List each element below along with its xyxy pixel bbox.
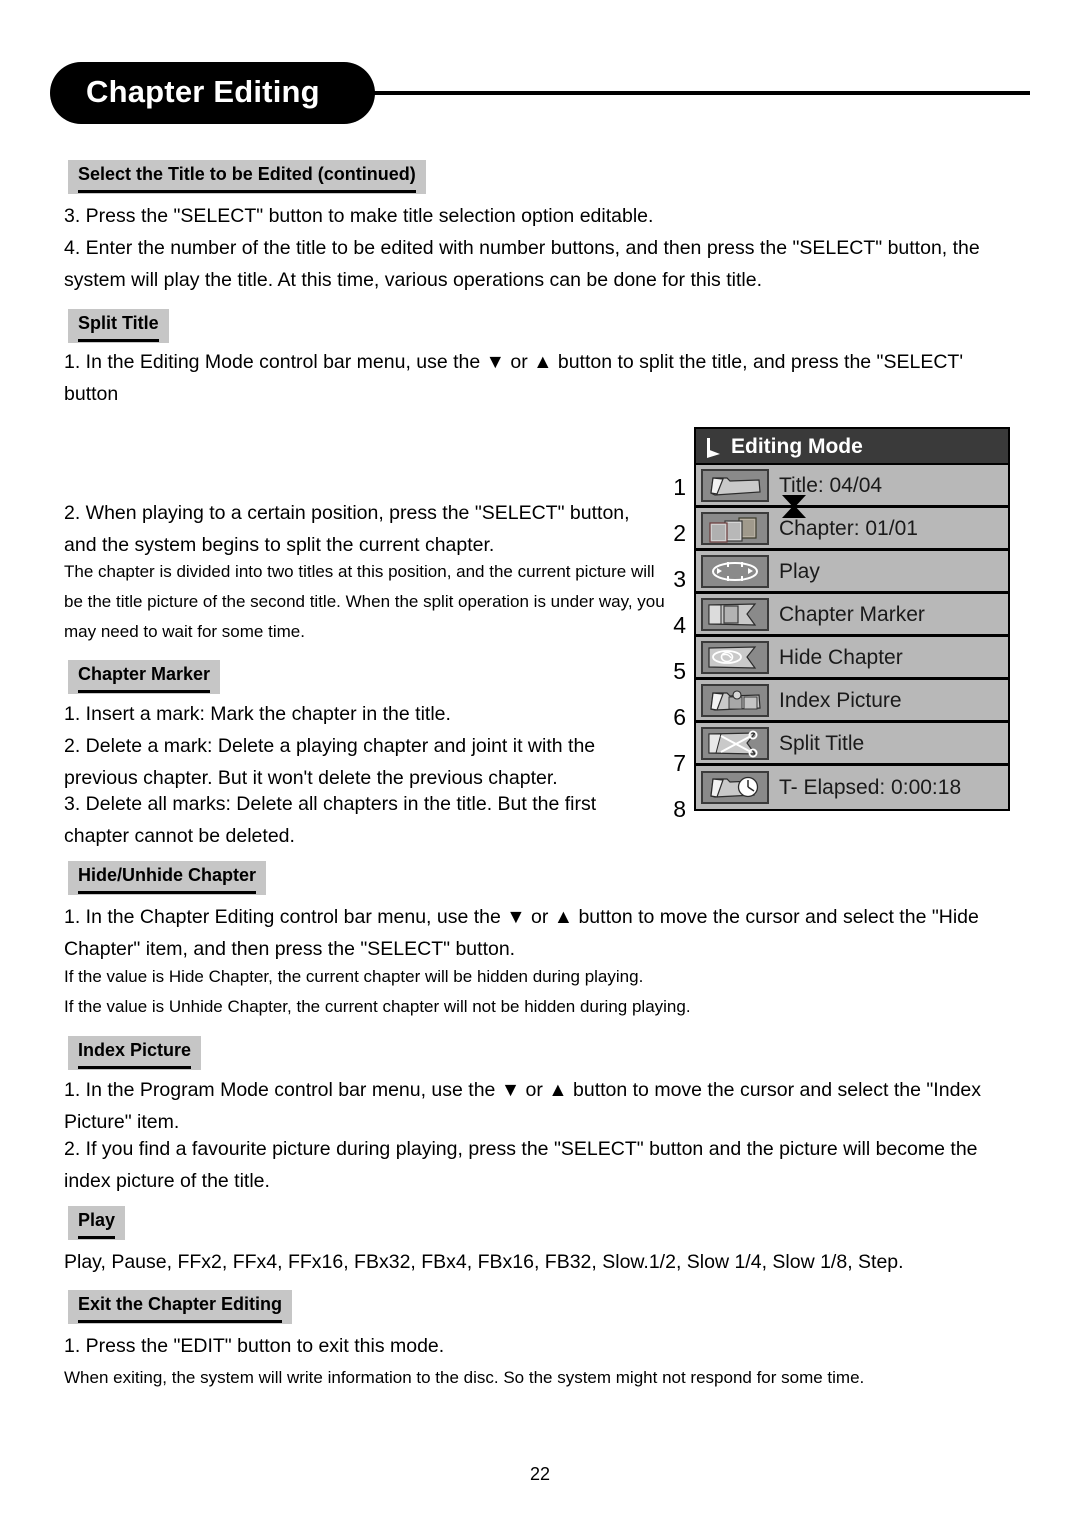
paragraph-play-modes: Play, Pause, FFx2, FFx4, FFx16, FBx32, F… [64, 1251, 904, 1273]
page-header: Chapter Editing [50, 62, 1030, 128]
note-exit: When exiting, the system will write info… [64, 1368, 865, 1387]
osd-row-number: 6 [673, 704, 686, 730]
chip-exit-chapter-editing: Exit the Chapter Editing [68, 1290, 293, 1324]
editing-mode-title: Editing Mode [731, 434, 863, 458]
chip-select-title: Select the Title to be Edited (continued… [68, 160, 426, 194]
play-disc-icon [701, 554, 769, 588]
osd-item-elapsed-time[interactable]: T- Elapsed: 0:00:18 [696, 766, 1008, 809]
osd-row-number: 5 [673, 658, 686, 684]
chip-index-picture: Index Picture [68, 1036, 202, 1070]
osd-row-number: 3 [673, 566, 686, 592]
paragraph-index-picture-2: 2. If you find a favourite picture durin… [64, 1138, 978, 1192]
split-title-scissors-icon [701, 726, 769, 760]
header-rule [372, 91, 1030, 95]
section-heading-hide-unhide: Hide/Unhide Chapter [68, 861, 267, 895]
paragraph-chapter-marker-1: 1. Insert a mark: Mark the chapter in th… [64, 703, 451, 725]
hide-chapter-eye-icon [701, 640, 769, 674]
manual-page: Chapter Editing Select the Title to be E… [0, 0, 1080, 1527]
osd-item-label: T- Elapsed: 0:00:18 [779, 776, 962, 799]
index-picture-icon [701, 683, 769, 717]
paragraph-index-picture-1: 1. In the Program Mode control bar menu,… [64, 1079, 982, 1133]
section-heading-chapter-marker: Chapter Marker [68, 660, 221, 694]
title-folder-icon [701, 468, 769, 502]
page-title: Chapter Editing [86, 74, 320, 109]
section-heading-select-title: Select the Title to be Edited (continued… [68, 160, 426, 194]
paragraph-hide-unhide-1: 1. In the Chapter Editing control bar me… [64, 906, 979, 960]
cursor-arrow-icon [705, 437, 723, 458]
osd-item-label: Split Title [779, 731, 865, 755]
osd-item-play[interactable]: Play [696, 551, 1008, 594]
osd-row-number: 2 [673, 520, 686, 546]
editing-mode-titlebar: Editing Mode [696, 429, 1008, 465]
osd-item-index-picture[interactable]: Index Picture [696, 680, 1008, 723]
paragraph-chapter-marker-2: 2. Delete a mark: Delete a playing chapt… [64, 735, 596, 789]
osd-item-label: Play [779, 559, 820, 583]
chapter-frames-icon [701, 511, 769, 545]
osd-item-label: Chapter Marker [779, 602, 925, 626]
osd-row-number: 1 [673, 474, 686, 500]
chip-chapter-marker: Chapter Marker [68, 660, 221, 694]
note-unhide-chapter: If the value is Unhide Chapter, the curr… [64, 997, 691, 1016]
osd-item-title[interactable]: Title: 04/04 [696, 465, 1008, 518]
section-heading-index-picture: Index Picture [68, 1036, 202, 1070]
osd-item-split-title[interactable]: Split Title [696, 723, 1008, 766]
paragraph-chapter-marker-3: 3. Delete all marks: Delete all chapters… [64, 793, 597, 847]
chip-play: Play [68, 1206, 126, 1240]
osd-item-chapter-marker[interactable]: Chapter Marker [696, 594, 1008, 637]
chip-split-title: Split Title [68, 309, 169, 343]
paragraph-split-title-1: 1. In the Editing Mode control bar menu,… [64, 351, 964, 405]
osd-item-chapter[interactable]: Chapter: 01/01 [696, 495, 1008, 551]
osd-row-number: 4 [673, 612, 686, 638]
chip-hide-unhide-chapter: Hide/Unhide Chapter [68, 861, 267, 895]
note-split-title: The chapter is divided into two titles a… [64, 562, 665, 641]
cursor-down-triangle-icon [782, 495, 806, 508]
page-number: 22 [529, 1464, 551, 1484]
osd-row-number: 7 [673, 750, 686, 776]
chapter-marker-flag-icon [701, 597, 769, 631]
paragraph-exit-1: 1. Press the "EDIT" button to exit this … [64, 1335, 445, 1357]
section-heading-exit-chapter-editing: Exit the Chapter Editing [68, 1290, 293, 1324]
section-heading-split-title: Split Title [68, 309, 169, 343]
osd-item-label: Chapter: 01/01 [779, 516, 918, 540]
osd-item-label: Index Picture [779, 688, 902, 712]
osd-item-label: Hide Chapter [779, 645, 903, 669]
editing-mode-panel: Editing Mode Title: 04/04 Chapter: 01/01… [694, 427, 1010, 811]
paragraph-select-title-3: 3. Press the "SELECT" button to make tit… [64, 205, 654, 227]
osd-row-number-list: 1 2 3 4 5 6 7 8 [650, 464, 686, 832]
osd-item-hide-chapter[interactable]: Hide Chapter [696, 637, 1008, 680]
osd-item-label: Title: 04/04 [779, 473, 883, 497]
paragraph-split-title-2: 2. When playing to a certain position, p… [64, 502, 630, 556]
elapsed-clock-icon [701, 771, 769, 804]
note-hide-chapter: If the value is Hide Chapter, the curren… [64, 967, 644, 986]
section-heading-play: Play [68, 1206, 126, 1240]
osd-row-number: 8 [673, 796, 686, 822]
paragraph-select-title-4: 4. Enter the number of the title to be e… [64, 237, 980, 291]
